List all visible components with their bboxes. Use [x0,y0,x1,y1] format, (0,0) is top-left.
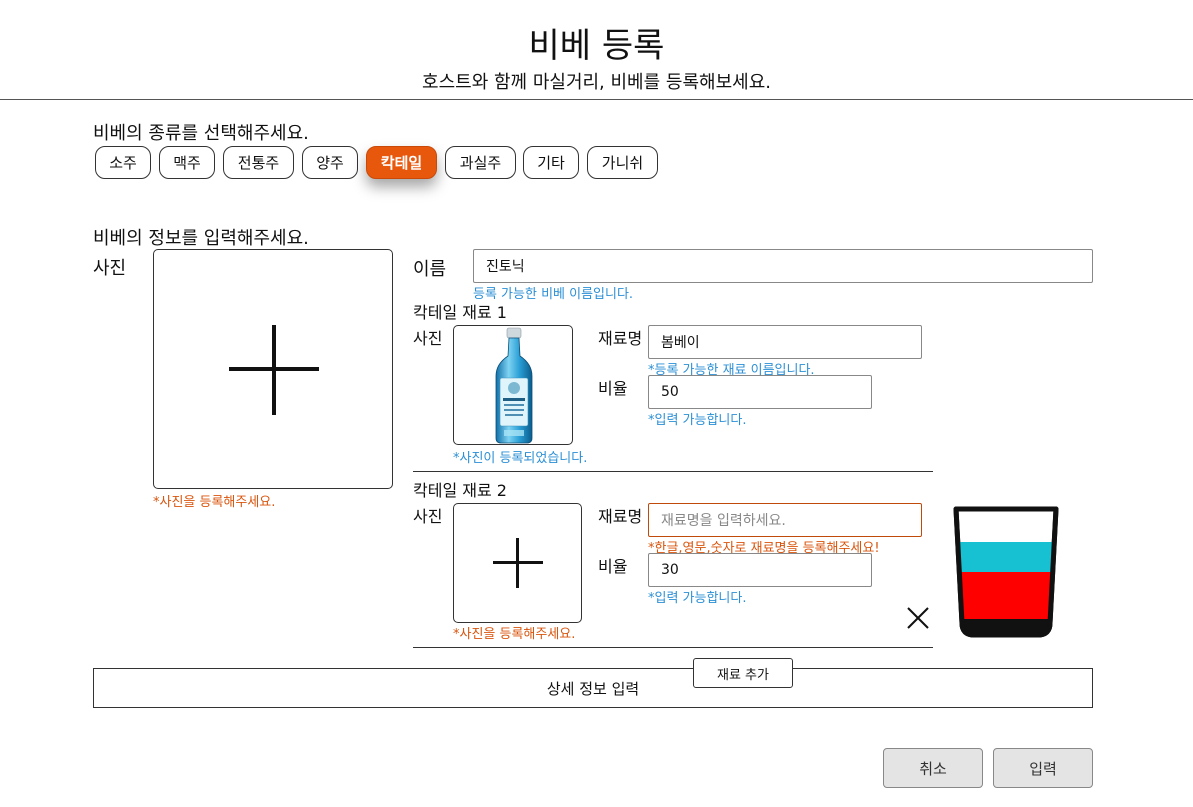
ingredient-2-ratio-label: 비율 [598,557,628,576]
gin-bottle-image [495,327,533,444]
submit-button[interactable]: 입력 [993,748,1093,788]
ingredient-2-photo-error: *사진을 등록해주세요. [453,627,576,642]
type-button-etc[interactable]: 기타 [523,146,579,179]
page-subtitle: 호스트와 함께 마실거리, 비베를 등록해보세요. [422,72,771,93]
ingredient-1-photo[interactable] [453,325,573,445]
ingredient-1-ratio-input[interactable]: 50 [648,375,872,409]
ingredient-1-ratio-value: 50 [661,384,679,400]
ingredient-1-photo-message: *사진이 등록되었습니다. [453,451,588,466]
name-input-value: 진토닉 [486,259,525,275]
type-button-garnish[interactable]: 가니쉬 [587,146,658,179]
header-divider [0,99,1193,100]
detail-info-button[interactable]: 상세 정보 입력 [93,668,1093,708]
info-section-label: 비베의 정보를 입력해주세요. [93,228,309,249]
close-icon [907,607,929,629]
name-label: 이름 [413,259,447,280]
ingredient-2-name-label: 재료명 [598,507,643,526]
ingredient-2-ratio-message: *입력 가능합니다. [648,591,747,606]
main-photo-upload[interactable] [153,249,393,489]
ingredient-1-ratio-label: 비율 [598,379,628,398]
type-button-beer[interactable]: 맥주 [159,146,215,179]
ingredient-1-ratio-message: *입력 가능합니다. [648,413,747,428]
page-title: 비베 등록 [528,26,665,66]
cancel-button[interactable]: 취소 [883,748,983,788]
type-section-label: 비베의 종류를 선택해주세요. [93,123,309,144]
ingredient-1-title: 칵테일 재료 1 [413,303,507,322]
cocktail-glass-icon [953,506,1059,638]
add-ingredient-button[interactable]: 재료 추가 [693,658,793,688]
glass-top-layer [960,542,1052,572]
type-button-fruit-wine[interactable]: 과실주 [445,146,516,179]
type-button-cocktail[interactable]: 칵테일 [366,146,437,179]
type-button-traditional[interactable]: 전통주 [223,146,294,179]
ingredient-2-photo-label: 사진 [413,507,443,526]
ingredient-2-ratio-value: 30 [661,562,679,578]
submit-label: 입력 [1029,759,1057,778]
cocktail-glass-preview [950,505,1062,640]
ingredient-2-title: 칵테일 재료 2 [413,481,507,500]
ingredient-2-name-input[interactable]: 재료명을 입력하세요. [648,503,922,537]
glass-bottom-layer [961,572,1051,619]
photo-label: 사진 [93,258,127,279]
cancel-label: 취소 [919,759,947,778]
ingredient-divider [413,471,933,472]
type-button-liquor[interactable]: 양주 [302,146,358,179]
ingredient-1-name-label: 재료명 [598,329,643,348]
detail-info-label: 상세 정보 입력 [546,679,640,698]
ingredient-2-photo-upload[interactable] [453,503,582,623]
ingredient-2-name-placeholder: 재료명을 입력하세요. [661,513,786,529]
main-photo-error: *사진을 등록해주세요. [153,495,276,510]
remove-ingredient-button[interactable] [905,605,931,631]
ingredient-1-name-value: 봄베이 [661,335,700,351]
ingredient-1-name-input[interactable]: 봄베이 [648,325,922,359]
ingredient-1-photo-label: 사진 [413,329,443,348]
type-button-soju[interactable]: 소주 [95,146,151,179]
ingredient-2-ratio-input[interactable]: 30 [648,553,872,587]
ingredients-bottom-divider [413,647,933,648]
name-input[interactable]: 진토닉 [473,249,1093,283]
add-ingredient-label: 재료 추가 [717,667,769,683]
